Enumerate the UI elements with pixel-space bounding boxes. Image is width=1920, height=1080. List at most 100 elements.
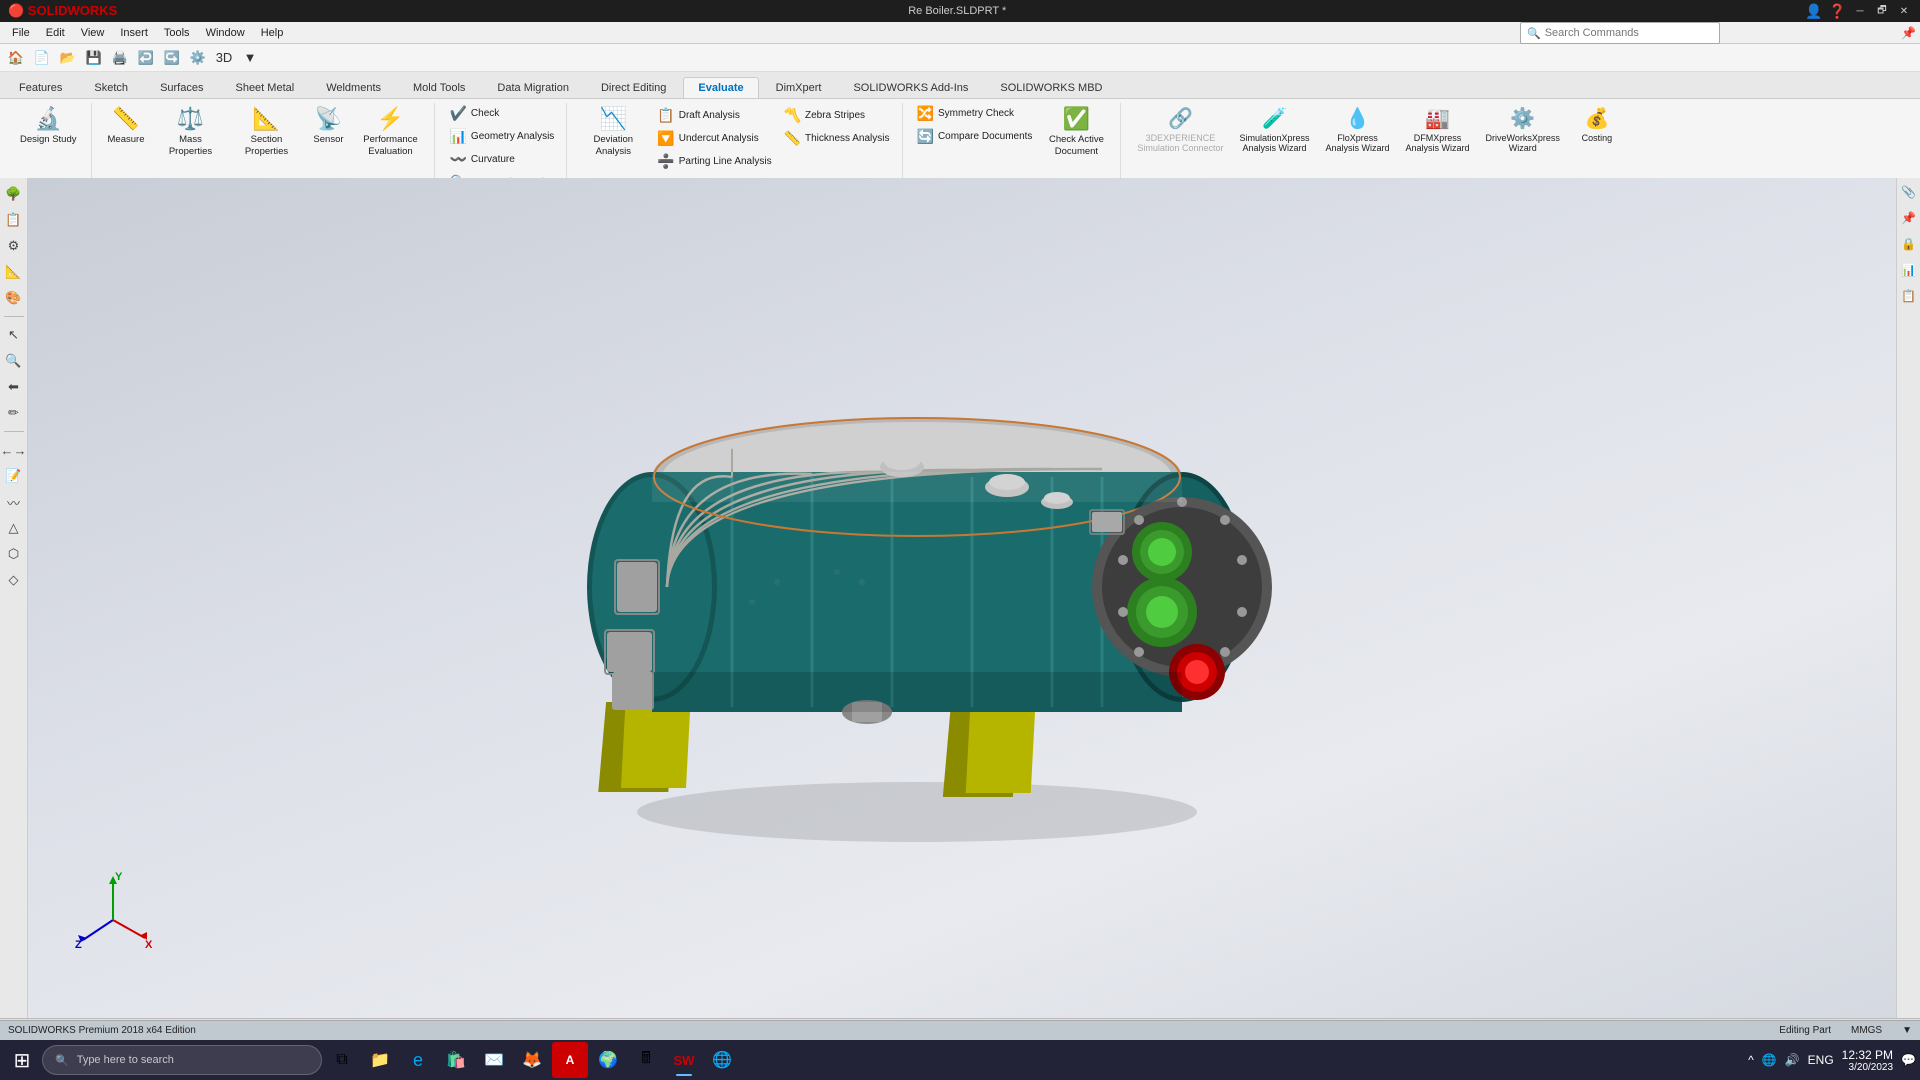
taskbar-calculator[interactable]: 🖩 [628, 1042, 664, 1078]
taskbar-network[interactable]: 🌐 [1762, 1053, 1777, 1067]
dim-manager-icon[interactable]: 📐 [2, 260, 26, 284]
new-button[interactable]: 📄 [30, 46, 54, 70]
menu-file[interactable]: File [4, 25, 38, 41]
3d-button[interactable]: 3D [212, 46, 236, 70]
taskbar-notification[interactable]: 💬 [1901, 1053, 1916, 1067]
taskbar-file-explorer[interactable]: 📁 [362, 1042, 398, 1078]
tab-sketch[interactable]: Sketch [79, 77, 143, 98]
taskbar-volume[interactable]: 🔊 [1785, 1053, 1800, 1067]
feature-tree-icon[interactable]: 🌳 [2, 182, 26, 206]
tab-weldments[interactable]: Weldments [311, 77, 396, 98]
thickness-analysis-button[interactable]: 📏 Thickness Analysis [780, 128, 894, 149]
config-manager-icon[interactable]: ⚙ [2, 234, 26, 258]
tab-direct-editing[interactable]: Direct Editing [586, 77, 681, 98]
viewport[interactable]: Z X Y [28, 178, 1896, 1030]
property-manager-icon[interactable]: 📋 [2, 208, 26, 232]
help-icon[interactable]: ❓ [1829, 3, 1846, 20]
menu-tools[interactable]: Tools [156, 25, 198, 41]
taskbar-store[interactable]: 🛍️ [438, 1042, 474, 1078]
tab-sw-mbd[interactable]: SOLIDWORKS MBD [985, 77, 1117, 98]
search-input[interactable] [1545, 27, 1713, 39]
note-icon[interactable]: 📝 [2, 464, 26, 488]
appearance-manager-icon[interactable]: 🎨 [2, 286, 26, 310]
taskbar-browser[interactable]: 🌐 [704, 1042, 740, 1078]
taskbar-edge[interactable]: e [400, 1042, 436, 1078]
menu-view[interactable]: View [73, 25, 113, 41]
menu-edit[interactable]: Edit [38, 25, 73, 41]
restore-button[interactable]: 🗗 [1874, 3, 1890, 19]
gd-t-icon[interactable]: ⬡ [2, 542, 26, 566]
tab-sw-addins[interactable]: SOLIDWORKS Add-Ins [838, 77, 983, 98]
taskbar-show-hidden[interactable]: ^ [1748, 1053, 1754, 1067]
command-search[interactable]: 🔍 [1520, 22, 1720, 44]
check-active-document-button[interactable]: ✅ Check Active Document [1040, 103, 1112, 160]
undo-button[interactable]: ↩️ [134, 46, 158, 70]
zebra-stripes-button[interactable]: 〽️ Zebra Stripes [780, 105, 894, 126]
3dexperience-button[interactable]: 🔗 3DEXPERIENCESimulation Connector [1131, 103, 1229, 156]
print-button[interactable]: 🖨️ [108, 46, 132, 70]
costing-button[interactable]: 💰 Costing [1570, 103, 1624, 146]
flo-xpress-button[interactable]: 💧 FloXpressAnalysis Wizard [1320, 103, 1396, 156]
taskbar-chrome[interactable]: 🌍 [590, 1042, 626, 1078]
tab-mold-tools[interactable]: Mold Tools [398, 77, 480, 98]
taskbar-firefox[interactable]: 🦊 [514, 1042, 550, 1078]
smart-dim-icon[interactable]: ←→ [2, 438, 26, 462]
section-properties-button[interactable]: 📐 Section Properties [230, 103, 302, 160]
menu-window[interactable]: Window [198, 25, 253, 41]
right-icon-3[interactable]: 🔒 [1899, 234, 1919, 254]
home-button[interactable]: 🏠 [4, 46, 28, 70]
deviation-analysis-button[interactable]: 📉 Deviation Analysis [577, 103, 649, 160]
tab-dimxpert[interactable]: DimXpert [761, 77, 837, 98]
datum-icon[interactable]: ◇ [2, 568, 26, 592]
right-icon-4[interactable]: 📊 [1899, 260, 1919, 280]
check-button[interactable]: ✔️ Check [445, 103, 558, 124]
right-icon-5[interactable]: 📋 [1899, 286, 1919, 306]
taskbar-autocad[interactable]: A [552, 1042, 588, 1078]
driveworks-xpress-button[interactable]: ⚙️ DriveWorksXpressWizard [1480, 103, 1566, 156]
redo-button[interactable]: ↪️ [160, 46, 184, 70]
options-button[interactable]: ▼ [238, 46, 262, 70]
tab-features[interactable]: Features [4, 77, 77, 98]
draft-analysis-button[interactable]: 📋 Draft Analysis [653, 105, 775, 126]
taskbar-clock[interactable]: 12:32 PM 3/20/2023 [1842, 1048, 1893, 1073]
dfm-xpress-button[interactable]: 🏭 DFMXpressAnalysis Wizard [1400, 103, 1476, 156]
previous-view-icon[interactable]: ⬅ [2, 375, 26, 399]
tab-sheet-metal[interactable]: Sheet Metal [220, 77, 309, 98]
right-icon-1[interactable]: 📎 [1899, 182, 1919, 202]
right-icon-2[interactable]: 📌 [1899, 208, 1919, 228]
save-button[interactable]: 💾 [82, 46, 106, 70]
taskbar-search[interactable]: 🔍 Type here to search [42, 1045, 322, 1075]
parting-line-analysis-button[interactable]: ➗ Parting Line Analysis [653, 151, 775, 172]
curvature-button[interactable]: 〰️ Curvature [445, 149, 558, 170]
surface-finish-icon[interactable]: 〰 [2, 490, 26, 514]
units-dropdown[interactable]: ▼ [1902, 1025, 1912, 1036]
zoom-area-icon[interactable]: 🔍 [2, 349, 26, 373]
close-button[interactable]: ✕ [1896, 3, 1912, 19]
start-button[interactable]: ⊞ [4, 1042, 40, 1078]
measure-button[interactable]: 📏 Measure [102, 103, 151, 149]
taskbar-language[interactable]: ENG [1808, 1053, 1834, 1067]
weld-sym-icon[interactable]: △ [2, 516, 26, 540]
taskbar-mail[interactable]: ✉️ [476, 1042, 512, 1078]
pin-icon[interactable]: 📌 [1901, 26, 1916, 40]
minimize-button[interactable]: ─ [1852, 3, 1868, 19]
menu-insert[interactable]: Insert [112, 25, 156, 41]
taskbar-task-view[interactable]: ⧉ [324, 1042, 360, 1078]
compare-documents-button[interactable]: 🔄 Compare Documents [913, 126, 1037, 147]
user-icon[interactable]: 👤 [1805, 3, 1822, 20]
settings-button[interactable]: ⚙️ [186, 46, 210, 70]
design-study-button[interactable]: 🔬 Design Study [14, 103, 83, 149]
geometry-analysis-button[interactable]: 📊 Geometry Analysis [445, 126, 558, 147]
symmetry-check-button[interactable]: 🔀 Symmetry Check [913, 103, 1037, 124]
sensor-button[interactable]: 📡 Sensor [306, 103, 350, 149]
mass-properties-button[interactable]: ⚖️ Mass Properties [154, 103, 226, 160]
tab-surfaces[interactable]: Surfaces [145, 77, 218, 98]
undercut-analysis-button[interactable]: 🔽 Undercut Analysis [653, 128, 775, 149]
performance-evaluation-button[interactable]: ⚡ Performance Evaluation [354, 103, 426, 160]
menu-help[interactable]: Help [253, 25, 292, 41]
simulation-xpress-button[interactable]: 🧪 SimulationXpressAnalysis Wizard [1233, 103, 1315, 156]
taskbar-solidworks[interactable]: SW [666, 1042, 702, 1078]
tab-data-migration[interactable]: Data Migration [482, 77, 584, 98]
select-icon[interactable]: ↖ [2, 323, 26, 347]
3d-sketch-icon[interactable]: ✏ [2, 401, 26, 425]
